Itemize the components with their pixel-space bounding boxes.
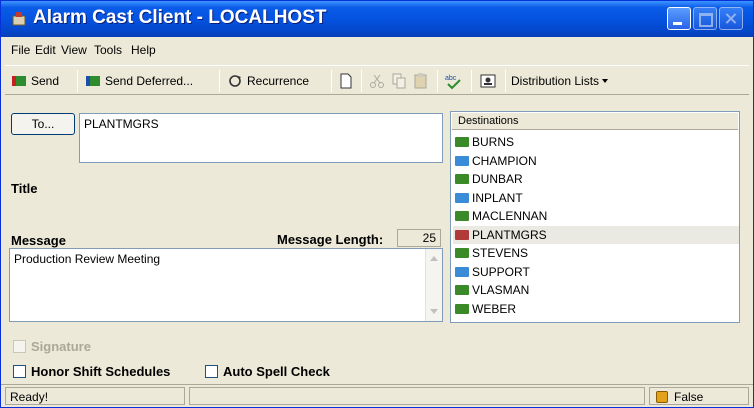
pager-icon: [455, 137, 469, 148]
destination-label: PLANTMGRS: [472, 227, 547, 242]
minimize-button[interactable]: [667, 7, 691, 30]
destination-label: VLASMAN: [472, 283, 530, 298]
pager-icon: [455, 303, 469, 314]
status-bar: Ready! False: [1, 384, 753, 407]
honor-shift-label: Honor Shift Schedules: [31, 364, 171, 379]
message-label: Message: [11, 233, 66, 248]
toolbar-separator: [331, 70, 332, 92]
toolbar-separator: [219, 70, 220, 92]
message-length-label: Message Length:: [277, 232, 384, 247]
destination-item[interactable]: INPLANT: [453, 189, 739, 208]
checkbox-box[interactable]: [13, 365, 26, 378]
title-bar[interactable]: Alarm Cast Client - LOCALHOST: [1, 1, 753, 37]
menu-edit[interactable]: Edit: [35, 43, 56, 57]
destination-item[interactable]: MACLENNAN: [453, 207, 739, 226]
menu-help[interactable]: Help: [131, 43, 156, 57]
recurrence-label: Recurrence: [247, 74, 310, 88]
lock-icon: [656, 391, 668, 403]
destination-item[interactable]: CHAMPION: [453, 152, 739, 171]
message-scrollbar[interactable]: [425, 249, 442, 321]
paste-icon[interactable]: [413, 70, 429, 92]
address-book-icon[interactable]: [479, 70, 497, 92]
status-text: Ready!: [5, 387, 185, 405]
send-button[interactable]: Send: [11, 70, 59, 92]
to-field[interactable]: PLANTMGRS: [79, 113, 443, 163]
toolbar-separator: [361, 70, 362, 92]
new-document-icon[interactable]: [339, 70, 353, 92]
scroll-up-icon[interactable]: [430, 256, 438, 261]
destination-label: WEBER: [472, 301, 517, 316]
destination-label: SUPPORT: [472, 264, 530, 279]
list-icon: [455, 229, 469, 240]
dropdown-arrow-icon: [602, 79, 609, 83]
send-deferred-button[interactable]: Send Deferred...: [85, 70, 193, 92]
maximize-button[interactable]: [693, 7, 717, 30]
status-lock-panel: False: [649, 387, 749, 405]
menu-file[interactable]: File: [11, 43, 30, 57]
destination-label: STEVENS: [472, 246, 529, 261]
group-icon: [455, 192, 469, 203]
checkbox-box[interactable]: [205, 365, 218, 378]
spell-check-icon[interactable]: abc: [445, 70, 463, 92]
auto-spell-label: Auto Spell Check: [223, 364, 330, 379]
title-label: Title: [11, 181, 38, 196]
pager-icon: [455, 174, 469, 185]
destination-item[interactable]: SUPPORT: [453, 263, 739, 282]
send-label: Send: [31, 74, 60, 88]
recurrence-icon: [229, 75, 241, 87]
destinations-list[interactable]: Destinations BURNS CHAMPION DUNBAR INPLANT M…: [450, 111, 740, 323]
destination-label: INPLANT: [472, 190, 523, 205]
pager-icon: [455, 285, 469, 296]
signature-label: Signature: [31, 339, 91, 354]
destination-item[interactable]: VLASMAN: [453, 281, 739, 300]
send-icon: [12, 76, 26, 86]
group-icon: [455, 266, 469, 277]
destination-item[interactable]: DUNBAR: [453, 170, 739, 189]
to-button[interactable]: To...: [11, 113, 75, 135]
toolbar-separator: [471, 70, 472, 92]
signature-checkbox[interactable]: Signature: [13, 339, 91, 354]
pager-icon: [455, 211, 469, 222]
destination-item[interactable]: PLANTMGRS: [453, 225, 739, 244]
toolbar-separator: [437, 70, 438, 92]
group-icon: [455, 155, 469, 166]
send-deferred-icon: [86, 76, 100, 86]
distribution-lists-label: Distribution Lists: [511, 74, 600, 88]
status-panel: [189, 387, 645, 405]
recurrence-button[interactable]: Recurrence: [227, 70, 309, 92]
toolbar-separator: [505, 70, 506, 92]
destinations-items: BURNS CHAMPION DUNBAR INPLANT MACLENNAN PLANT…: [453, 133, 739, 318]
destination-label: DUNBAR: [472, 172, 523, 187]
auto-spell-checkbox[interactable]: Auto Spell Check: [205, 364, 330, 379]
destination-label: CHAMPION: [472, 153, 537, 168]
close-button[interactable]: [719, 7, 743, 30]
scroll-down-icon[interactable]: [430, 309, 438, 314]
message-length-value: 25: [397, 229, 441, 247]
status-lock-value: False: [674, 390, 704, 404]
checkbox-box[interactable]: [13, 340, 26, 353]
send-deferred-label: Send Deferred...: [105, 74, 194, 88]
cut-icon[interactable]: [369, 70, 385, 92]
toolbar-separator: [77, 70, 78, 92]
distribution-lists-button[interactable]: Distribution Lists: [511, 70, 609, 92]
app-icon: [12, 12, 26, 26]
honor-shift-checkbox[interactable]: Honor Shift Schedules: [13, 364, 170, 379]
destination-label: MACLENNAN: [472, 209, 548, 224]
svg-text:abc: abc: [445, 75, 457, 82]
window-title: Alarm Cast Client - LOCALHOST: [33, 7, 327, 28]
destination-item[interactable]: STEVENS: [453, 244, 739, 263]
destinations-header[interactable]: Destinations: [452, 113, 738, 130]
pager-icon: [455, 248, 469, 259]
menu-tools[interactable]: Tools: [94, 43, 122, 57]
message-text: Production Review Meeting: [14, 252, 161, 266]
menu-view[interactable]: View: [61, 43, 87, 57]
destination-label: BURNS: [472, 135, 515, 150]
copy-icon[interactable]: [391, 70, 407, 92]
message-textarea[interactable]: Production Review Meeting: [9, 248, 443, 322]
destination-item[interactable]: WEBER: [453, 300, 739, 319]
main-window: Alarm Cast Client - LOCALHOST File Edit …: [0, 0, 754, 408]
destination-item[interactable]: BURNS: [453, 133, 739, 152]
toolbar: Send Send Deferred... Recurrence abc Dis…: [5, 65, 749, 95]
